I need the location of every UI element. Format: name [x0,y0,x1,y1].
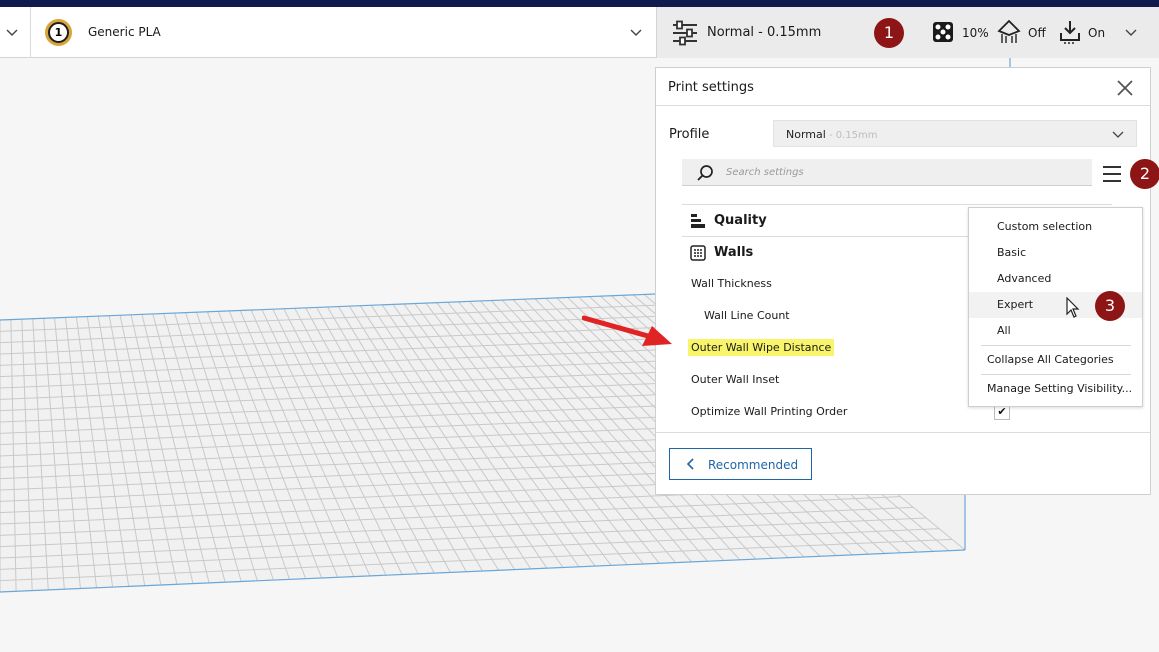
menu-item-all[interactable]: All [969,318,1142,344]
step-badge-1: 1 [874,18,904,48]
menu-item-label: Manage Setting Visibility... [987,382,1133,395]
extruder-number: 1 [50,24,67,41]
chevron-down-icon [1125,29,1137,36]
chevron-down-icon [1112,131,1124,138]
menu-item-label: Advanced [997,272,1052,285]
toolbar-divider [30,7,31,58]
menu-item-advanced[interactable]: Advanced [969,266,1142,292]
sliders-icon [673,20,697,46]
setting-label: Optimize Wall Printing Order [691,405,848,418]
close-icon[interactable] [1114,77,1136,99]
infill-value: 10% [962,26,989,40]
profile-label: Profile [669,127,710,142]
mouse-cursor-icon [1066,297,1080,318]
menu-item-label: All [997,324,1011,337]
top-toolbar: 1 Generic PLA Normal - 0.15mm 1 10% Off … [0,7,1159,58]
setting-label: Outer Wall Wipe Distance [688,339,835,356]
hamburger-menu-icon[interactable] [1101,163,1123,185]
panel-divider [656,432,1150,433]
menu-item-basic[interactable]: Basic [969,240,1142,266]
panel-divider [656,105,1150,106]
support-value: Off [1028,26,1046,40]
recommended-label: Recommended [708,458,799,472]
profile-select[interactable]: Normal - 0.15mm [773,120,1137,147]
menu-item-custom-selection[interactable]: Custom selection [969,214,1142,240]
panel-title: Print settings [668,80,754,95]
step-badge-3: 3 [1095,291,1125,321]
menu-divider [981,374,1131,375]
profile-layer-height: - 0.15mm [825,130,878,141]
menu-divider [981,345,1131,346]
search-settings-box[interactable] [682,159,1092,186]
red-arrow-icon [582,315,672,346]
step-badge-2: 2 [1130,159,1159,189]
support-icon [997,19,1021,43]
quality-icon [691,214,705,228]
setting-label: Outer Wall Inset [691,373,780,386]
profile-name: Normal [786,128,826,141]
menu-item-label: Basic [997,246,1027,259]
chevron-down-icon[interactable] [4,24,20,40]
search-input[interactable] [726,163,1066,182]
adhesion-value: On [1088,26,1106,40]
search-icon [697,165,713,181]
walls-icon [690,245,706,261]
menu-item-label: Custom selection [997,220,1093,233]
setting-label: Wall Thickness [691,277,772,290]
chevron-left-icon [686,458,694,470]
menu-item-label: Collapse All Categories [987,353,1114,366]
recommended-button[interactable]: Recommended [669,448,812,480]
print-setup-selector[interactable]: Normal - 0.15mm 1 10% Off On [656,7,1159,58]
menu-item-collapse-all[interactable]: Collapse All Categories [969,347,1142,373]
window-top-strip [0,0,1159,7]
category-label: Walls [714,245,754,260]
extruder-icon[interactable]: 1 [45,19,72,46]
profile-select-value: Normal - 0.15mm [786,128,878,141]
setting-label: Wall Line Count [704,309,790,322]
infill-icon [933,22,953,42]
adhesion-icon [1060,21,1080,44]
material-name[interactable]: Generic PLA [88,25,161,39]
print-profile-label: Normal - 0.15mm [707,25,822,40]
chevron-down-icon[interactable] [628,24,644,40]
menu-item-label: Expert [997,298,1034,311]
menu-item-manage-visibility[interactable]: Manage Setting Visibility... [969,376,1142,402]
category-label: Quality [714,213,767,228]
